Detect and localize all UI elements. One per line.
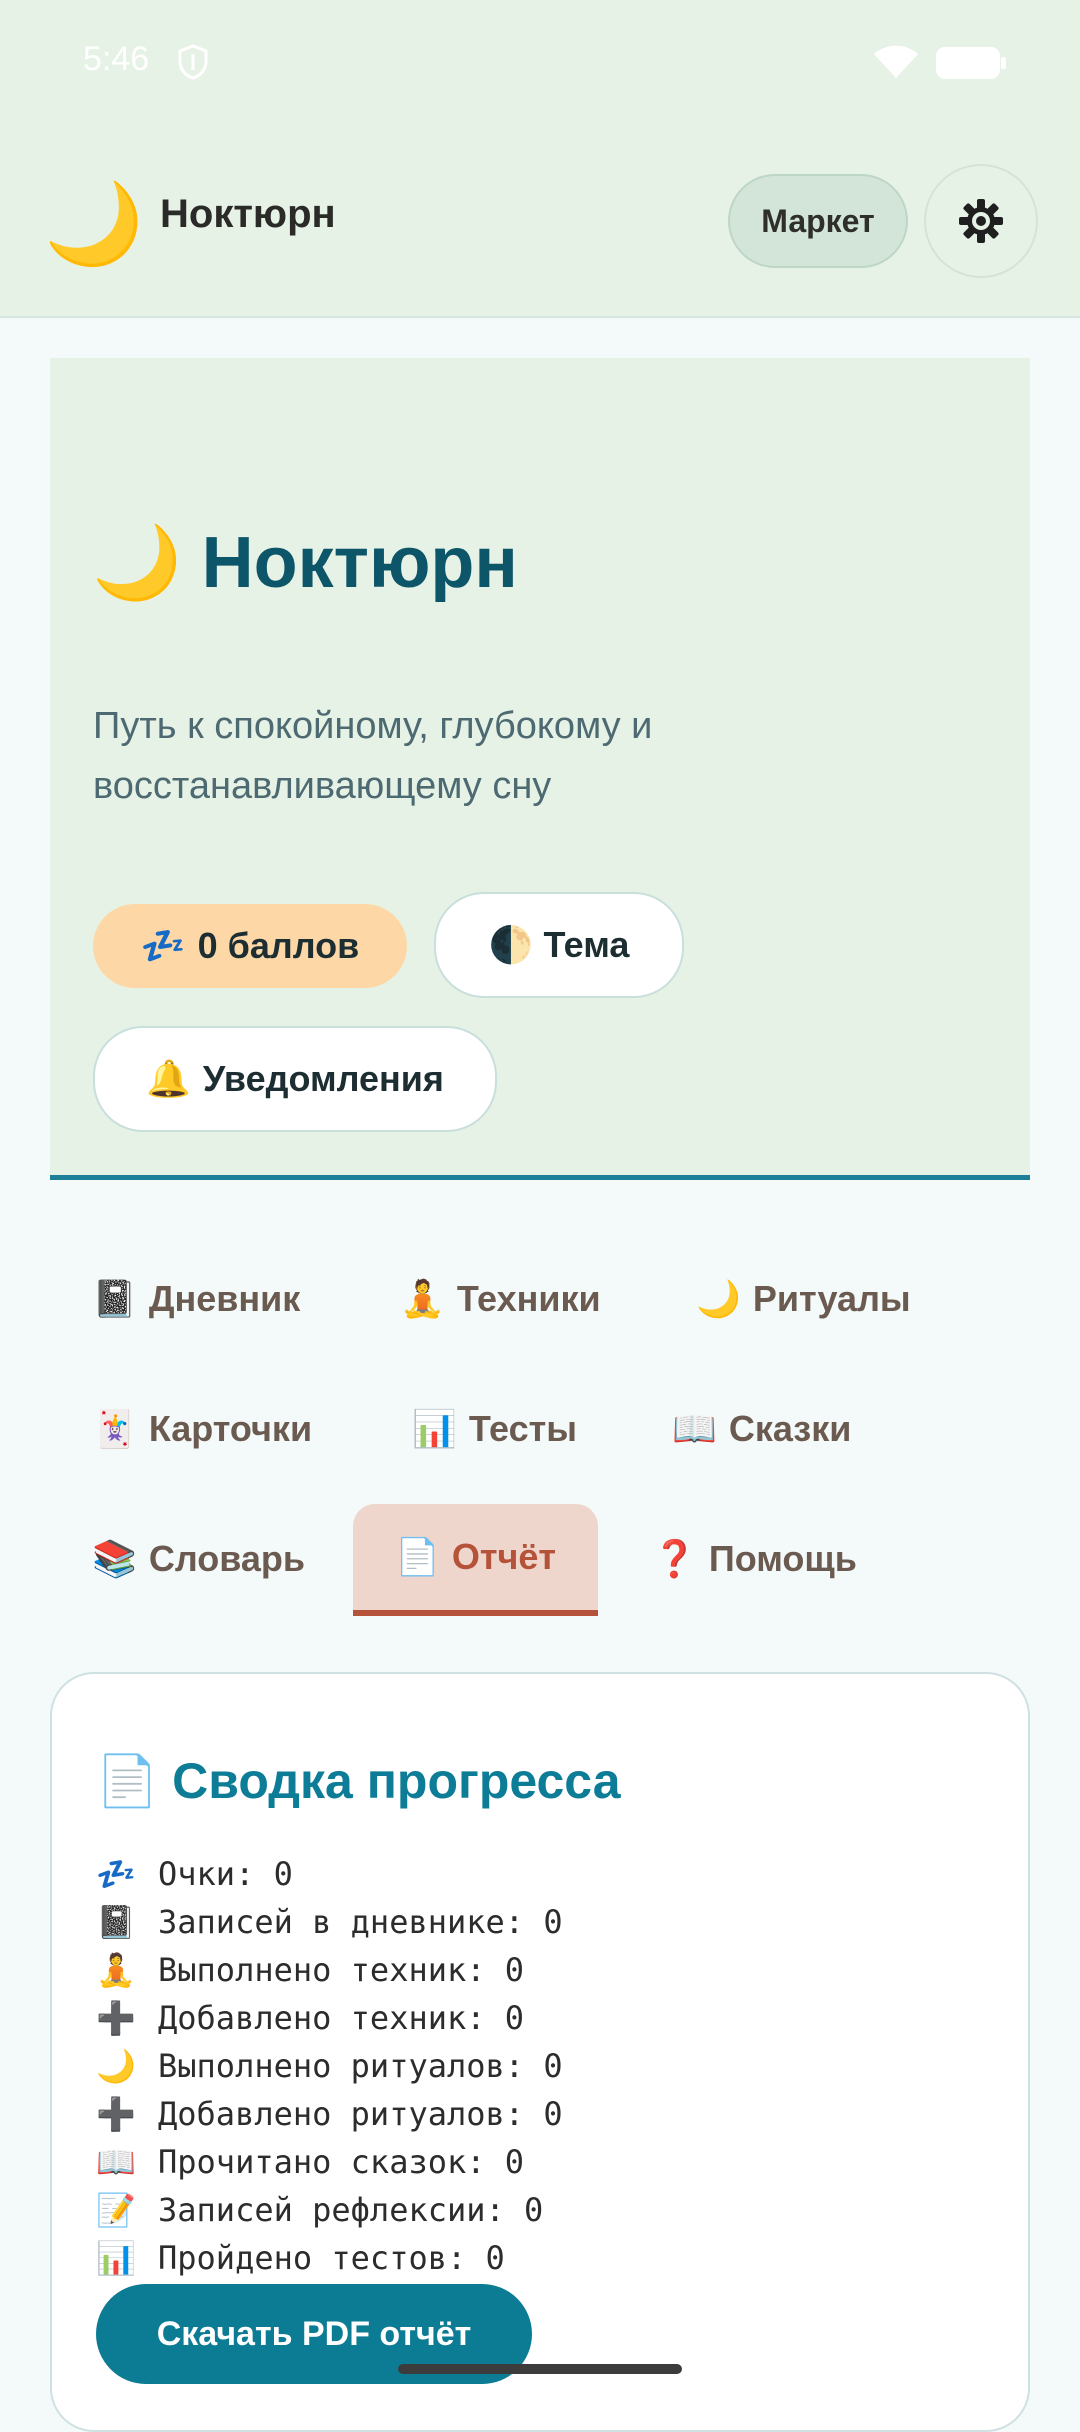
notifications-label: Уведомления <box>202 1058 444 1099</box>
tab-label: Тесты <box>468 1408 577 1449</box>
tab-label: Помощь <box>708 1538 857 1579</box>
tab-help[interactable]: ❓ Помощь <box>610 1504 900 1614</box>
notifications-button[interactable]: 🔔 Уведомления <box>93 1026 497 1132</box>
card-icon: 🃏 <box>92 1408 137 1449</box>
report-title: 📄 Сводка прогресса <box>96 1752 621 1811</box>
market-button-label: Маркет <box>761 202 875 239</box>
moon-icon: 🌙 <box>696 1278 741 1319</box>
theme-label: Тема <box>543 924 630 965</box>
moon-icon: 🌙 <box>92 523 182 603</box>
status-time: 5:46 <box>83 40 150 78</box>
market-button[interactable]: Маркет <box>728 174 908 268</box>
stat-row: 📊 Пройдено тестов: 0 <box>96 2234 996 2282</box>
chart-icon: 📊 <box>412 1408 457 1449</box>
hero-banner: 🌙 Ноктюрн Путь к спокойному, глубокому и… <box>50 358 1030 1180</box>
tab-label: Словарь <box>148 1538 306 1579</box>
app-title: Ноктюрн <box>160 192 336 236</box>
sleep-icon: 💤 <box>96 1855 136 1893</box>
plus-icon: ➕ <box>96 2095 136 2133</box>
stat-row: ➕ Добавлено ритуалов: 0 <box>96 2090 996 2138</box>
shield-icon <box>178 44 208 80</box>
theme-button[interactable]: 🌓 Тема <box>434 892 684 998</box>
points-badge: 💤 0 баллов <box>93 904 407 988</box>
stats-list: 💤 Очки: 0 📓 Записей в дневнике: 0 🧘 Выполне… <box>96 1850 996 2282</box>
meditation-icon: 🧘 <box>96 1951 136 1989</box>
stat-text: Пройдено тестов: 0 <box>158 2239 505 2277</box>
report-card: 📄 Сводка прогресса 💤 Очки: 0 📓 Записей в д… <box>50 1672 1030 2432</box>
stat-text: Прочитано сказок: 0 <box>158 2143 525 2181</box>
tab-label: Карточки <box>148 1408 313 1449</box>
stat-text: Выполнено ритуалов: 0 <box>158 2047 563 2085</box>
stat-text: Добавлено ритуалов: 0 <box>158 2095 563 2133</box>
stat-text: Выполнено техник: 0 <box>158 1951 525 1989</box>
app-bar: 🌙 Ноктюрн Маркет <box>0 130 1080 318</box>
open-book-icon: 📖 <box>672 1408 717 1449</box>
question-icon: ❓ <box>652 1538 697 1579</box>
stat-text: Добавлено техник: 0 <box>158 1999 525 2037</box>
meditation-icon: 🧘 <box>400 1278 445 1319</box>
books-icon: 📚 <box>92 1538 137 1579</box>
tab-tales[interactable]: 📖 Сказки <box>630 1374 890 1484</box>
tab-techniques[interactable]: 🧘 Техники <box>358 1244 648 1354</box>
tab-label: Техники <box>456 1278 601 1319</box>
tab-rituals[interactable]: 🌙 Ритуалы <box>654 1244 954 1354</box>
tab-cards[interactable]: 🃏 Карточки <box>50 1374 350 1484</box>
download-pdf-label: Скачать PDF отчёт <box>156 2314 472 2353</box>
stat-row: 📝 Записей рефлексии: 0 <box>96 2186 996 2234</box>
notebook-icon: 📓 <box>92 1278 137 1319</box>
chart-icon: 📊 <box>96 2239 136 2277</box>
notebook-icon: 📓 <box>96 1903 136 1941</box>
memo-icon: 📝 <box>96 2191 136 2229</box>
tab-tests[interactable]: 📊 Тесты <box>370 1374 610 1484</box>
status-bar: 5:46 <box>0 0 1080 130</box>
stat-text: Записей рефлексии: 0 <box>158 2191 544 2229</box>
moon-icon: 🌙 <box>44 177 144 270</box>
tab-label: Ритуалы <box>752 1278 911 1319</box>
stat-text: Записей в дневнике: 0 <box>158 1903 563 1941</box>
document-icon: 📄 <box>96 1753 159 1809</box>
battery-icon <box>936 47 1006 79</box>
stat-text: Очки: 0 <box>158 1855 293 1893</box>
tab-dictionary[interactable]: 📚 Словарь <box>50 1504 340 1614</box>
bell-icon: 🔔 <box>146 1058 191 1099</box>
wifi-icon <box>874 45 918 78</box>
stat-row: 🧘 Выполнено техник: 0 <box>96 1946 996 1994</box>
tab-report[interactable]: 📄 Отчёт <box>353 1504 598 1616</box>
stat-row: 🌙 Выполнено ритуалов: 0 <box>96 2042 996 2090</box>
open-book-icon: 📖 <box>96 2143 136 2181</box>
home-indicator[interactable] <box>398 2364 682 2374</box>
plus-icon: ➕ <box>96 1999 136 2037</box>
hero-title-text: Ноктюрн <box>201 523 518 603</box>
hero-title: 🌙 Ноктюрн <box>92 520 518 605</box>
stat-row: 📖 Прочитано сказок: 0 <box>96 2138 996 2186</box>
stat-row: ➕ Добавлено техник: 0 <box>96 1994 996 2042</box>
tab-label: Сказки <box>728 1408 852 1449</box>
sleep-icon: 💤 <box>140 925 186 966</box>
tab-label: Отчёт <box>451 1536 557 1577</box>
stat-row: 💤 Очки: 0 <box>96 1850 996 1898</box>
hero-subtitle: Путь к спокойному, глубокому и восстанав… <box>93 705 653 807</box>
settings-button[interactable] <box>924 164 1038 278</box>
half-moon-icon: 🌓 <box>488 924 534 965</box>
tab-label: Дневник <box>148 1278 301 1319</box>
document-icon: 📄 <box>395 1536 440 1577</box>
stat-row: 📓 Записей в дневнике: 0 <box>96 1898 996 1946</box>
moon-icon: 🌙 <box>96 2047 136 2085</box>
gear-icon <box>959 199 1003 243</box>
points-label: 0 баллов <box>197 925 360 966</box>
tab-diary[interactable]: 📓 Дневник <box>50 1244 340 1354</box>
report-title-text: Сводка прогресса <box>172 1753 621 1809</box>
